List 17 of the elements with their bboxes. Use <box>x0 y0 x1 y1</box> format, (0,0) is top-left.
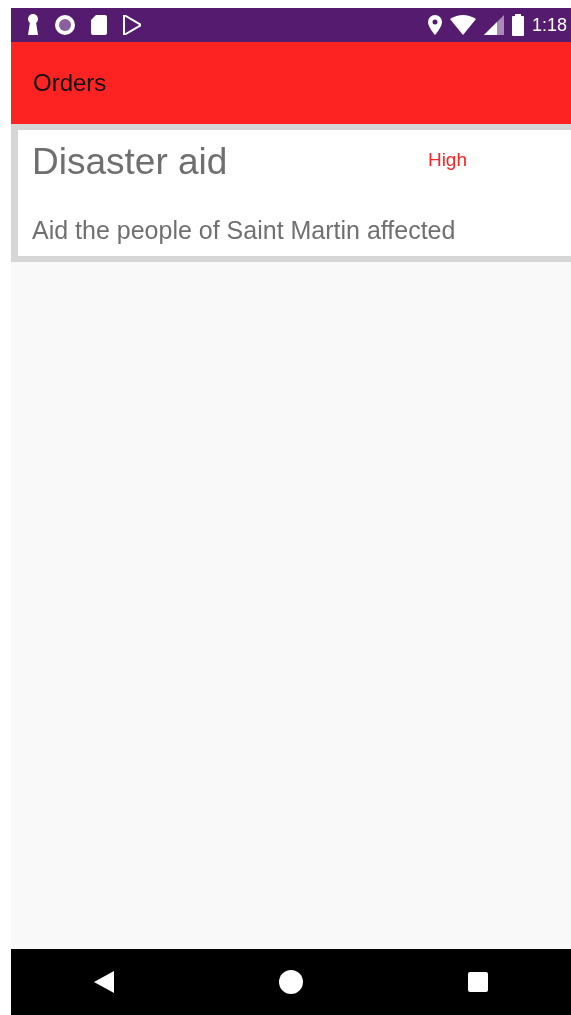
priority-label: High <box>427 148 467 172</box>
order-description: Aid the people of Saint Martin affected <box>32 215 457 247</box>
sd-card-icon <box>91 15 107 35</box>
keyhole-icon <box>27 14 39 36</box>
signal-icon <box>483 15 504 35</box>
battery-icon <box>511 14 524 36</box>
clock-time: 1:18 <box>531 13 567 37</box>
app-title: Orders <box>33 68 107 98</box>
recents-icon[interactable] <box>468 972 489 992</box>
wifi-icon <box>449 15 476 35</box>
record-icon <box>55 15 75 35</box>
play-store-icon <box>123 15 141 35</box>
order-title: Disaster aid <box>32 140 228 184</box>
order-card[interactable]: Disaster aid High Aid the people of Saint Martin affected <box>18 130 571 256</box>
home-icon[interactable] <box>279 970 303 994</box>
back-icon[interactable] <box>93 971 114 993</box>
location-icon <box>427 15 442 35</box>
